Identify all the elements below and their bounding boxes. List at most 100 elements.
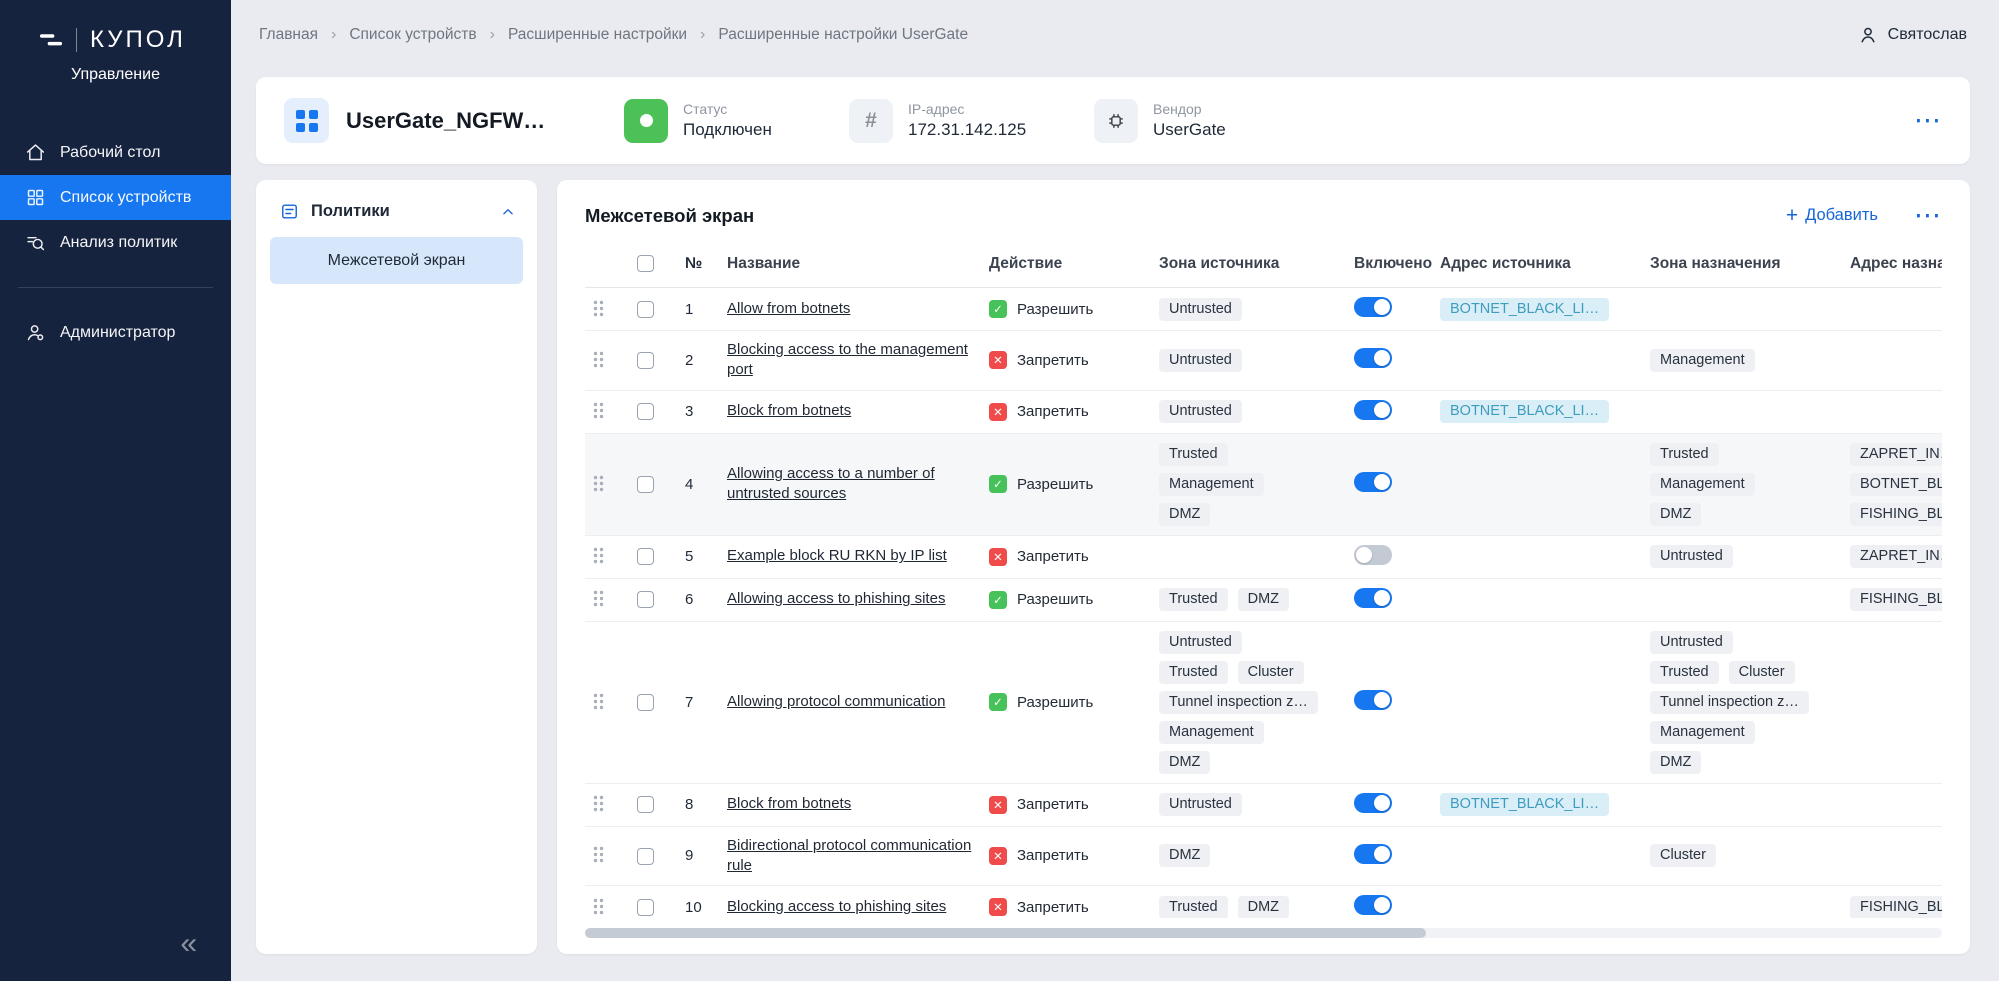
zone-tag: Cluster bbox=[1650, 844, 1716, 868]
enabled-toggle[interactable] bbox=[1354, 472, 1392, 492]
column-header: Действие bbox=[981, 241, 1151, 288]
chevron-right-icon: › bbox=[489, 25, 495, 43]
content-area: Политики Межсетевой экран Межсетевой экр… bbox=[256, 180, 1970, 954]
sidebar-item-desktop[interactable]: Рабочий стол bbox=[0, 130, 231, 175]
address-tag: ZAPRET_IN… bbox=[1850, 442, 1942, 466]
device-ip-block: # IP-адрес 172.31.142.125 bbox=[849, 98, 1094, 143]
drag-handle-icon[interactable] bbox=[593, 588, 604, 607]
zone-tag: Untrusted bbox=[1159, 793, 1242, 816]
rule-name-link[interactable]: Example block RU RKN by IP list bbox=[727, 547, 947, 564]
enabled-toggle[interactable] bbox=[1354, 348, 1392, 369]
policies-list: Межсетевой экран bbox=[270, 237, 523, 284]
rule-name-link[interactable]: Allowing access to a number of untrusted… bbox=[727, 465, 935, 502]
row-checkbox[interactable] bbox=[637, 475, 654, 493]
drag-handle-icon[interactable] bbox=[593, 349, 604, 368]
sidebar-item-label: Рабочий стол bbox=[60, 143, 161, 161]
drag-handle-icon[interactable] bbox=[593, 473, 604, 492]
drag-handle-icon[interactable] bbox=[593, 691, 604, 710]
user-menu[interactable]: Святослав bbox=[1858, 25, 1967, 45]
row-checkbox[interactable] bbox=[637, 898, 654, 916]
breadcrumb-item[interactable]: Главная bbox=[259, 26, 318, 44]
row-checkbox[interactable] bbox=[637, 693, 654, 711]
enabled-toggle[interactable] bbox=[1354, 399, 1392, 420]
enabled-toggle[interactable] bbox=[1354, 544, 1392, 565]
address-tag: BOTNET_BLACK_LI… bbox=[1440, 297, 1610, 321]
row-checkbox[interactable] bbox=[637, 403, 654, 421]
drag-handle-icon[interactable] bbox=[593, 793, 604, 812]
row-checkbox[interactable] bbox=[637, 352, 654, 370]
row-checkbox[interactable] bbox=[637, 591, 654, 609]
breadcrumb-item[interactable]: Список устройств bbox=[349, 26, 476, 44]
enabled-toggle[interactable] bbox=[1354, 843, 1392, 864]
breadcrumb-item[interactable]: Расширенные настройки UserGate bbox=[718, 26, 968, 44]
zone-tag: Trusted bbox=[1650, 442, 1719, 466]
drag-handle-icon[interactable] bbox=[593, 298, 604, 317]
deny-cross-icon: ✕ bbox=[989, 351, 1007, 370]
rule-number: 5 bbox=[677, 535, 719, 579]
zone-tag: Management bbox=[1159, 472, 1264, 496]
rule-number: 10 bbox=[677, 885, 719, 918]
drag-handle-icon[interactable] bbox=[593, 400, 604, 419]
action-label: Запретить bbox=[1017, 403, 1089, 420]
zone-tag: Untrusted bbox=[1159, 630, 1242, 654]
rule-name-link[interactable]: Block from botnets bbox=[727, 795, 851, 812]
status-icon bbox=[624, 98, 668, 143]
zone-tag: Untrusted bbox=[1650, 545, 1733, 568]
sidebar-item-administrator[interactable]: Администратор bbox=[0, 310, 231, 355]
rule-name-link[interactable]: Allow from botnets bbox=[727, 300, 850, 317]
rule-number: 7 bbox=[677, 621, 719, 784]
rule-name-link[interactable]: Allowing protocol communication bbox=[727, 693, 945, 710]
row-checkbox[interactable] bbox=[637, 548, 654, 566]
enabled-toggle[interactable] bbox=[1354, 895, 1392, 915]
chevron-up-icon[interactable] bbox=[501, 205, 515, 219]
zone-tag: Trusted bbox=[1650, 660, 1719, 684]
row-checkbox[interactable] bbox=[637, 796, 654, 814]
sidebar-item-device-list[interactable]: Список устройств bbox=[0, 175, 231, 220]
sidebar-divider bbox=[18, 287, 213, 288]
vendor-label: Вендор bbox=[1153, 101, 1202, 117]
drag-handle-icon[interactable] bbox=[593, 896, 604, 915]
breadcrumb-item[interactable]: Расширенные настройки bbox=[508, 26, 687, 44]
firewall-menu-button[interactable]: ⋯ bbox=[1914, 202, 1942, 229]
policy-item[interactable]: Межсетевой экран bbox=[270, 237, 523, 284]
vendor-icon bbox=[1094, 98, 1138, 143]
allow-check-icon: ✓ bbox=[989, 693, 1007, 711]
enabled-toggle[interactable] bbox=[1354, 297, 1392, 317]
firewall-table: № Название Действие Зона источника Включено А… bbox=[585, 241, 1942, 918]
zone-tag: Management bbox=[1650, 720, 1755, 744]
drag-handle-icon[interactable] bbox=[593, 545, 604, 564]
firewall-rule-row: 4 Allowing access to a number of untrust… bbox=[585, 433, 1942, 536]
rule-number: 4 bbox=[677, 433, 719, 536]
enabled-toggle[interactable] bbox=[1354, 690, 1392, 710]
row-checkbox[interactable] bbox=[637, 847, 654, 865]
device-vendor-block: Вендор UserGate bbox=[1094, 98, 1226, 143]
action-label: Запретить bbox=[1017, 548, 1089, 565]
rule-name-link[interactable]: Blocking access to phishing sites bbox=[727, 898, 946, 915]
horizontal-scrollbar-track[interactable] bbox=[585, 928, 1942, 938]
zone-tag: Untrusted bbox=[1159, 400, 1242, 423]
administrator-icon bbox=[24, 322, 46, 344]
rule-name-link[interactable]: Allowing access to phishing sites bbox=[727, 590, 945, 607]
enabled-toggle[interactable] bbox=[1354, 792, 1392, 813]
rule-name-link[interactable]: Block from botnets bbox=[727, 402, 851, 419]
rule-name-link[interactable]: Bidirectional protocol communication rul… bbox=[727, 837, 971, 874]
allow-check-icon: ✓ bbox=[989, 300, 1007, 318]
column-header: Название bbox=[719, 241, 981, 288]
device-menu-button[interactable]: ⋯ bbox=[1914, 107, 1942, 134]
drag-handle-icon[interactable] bbox=[593, 844, 604, 863]
enabled-toggle[interactable] bbox=[1354, 587, 1392, 608]
horizontal-scrollbar-thumb[interactable] bbox=[585, 928, 1427, 938]
add-rule-button[interactable]: + Добавить bbox=[1786, 205, 1878, 226]
topbar: Главная › Список устройств › Расширенные нас… bbox=[231, 0, 1999, 69]
column-header: № bbox=[677, 241, 719, 288]
sidebar-item-policy-analysis[interactable]: Анализ политик bbox=[0, 220, 231, 265]
column-header: Адрес источника bbox=[1432, 241, 1642, 288]
action-label: Разрешить bbox=[1017, 693, 1094, 711]
row-checkbox[interactable] bbox=[637, 300, 654, 318]
sidebar-collapse-button[interactable]: « bbox=[180, 929, 231, 981]
rule-name-link[interactable]: Blocking access to the management port bbox=[727, 341, 968, 378]
action-label: Запретить bbox=[1017, 351, 1089, 369]
select-all-checkbox[interactable] bbox=[637, 255, 654, 273]
chevron-right-icon: › bbox=[700, 25, 706, 43]
sidebar-secondary-menu: Администратор bbox=[0, 310, 231, 355]
